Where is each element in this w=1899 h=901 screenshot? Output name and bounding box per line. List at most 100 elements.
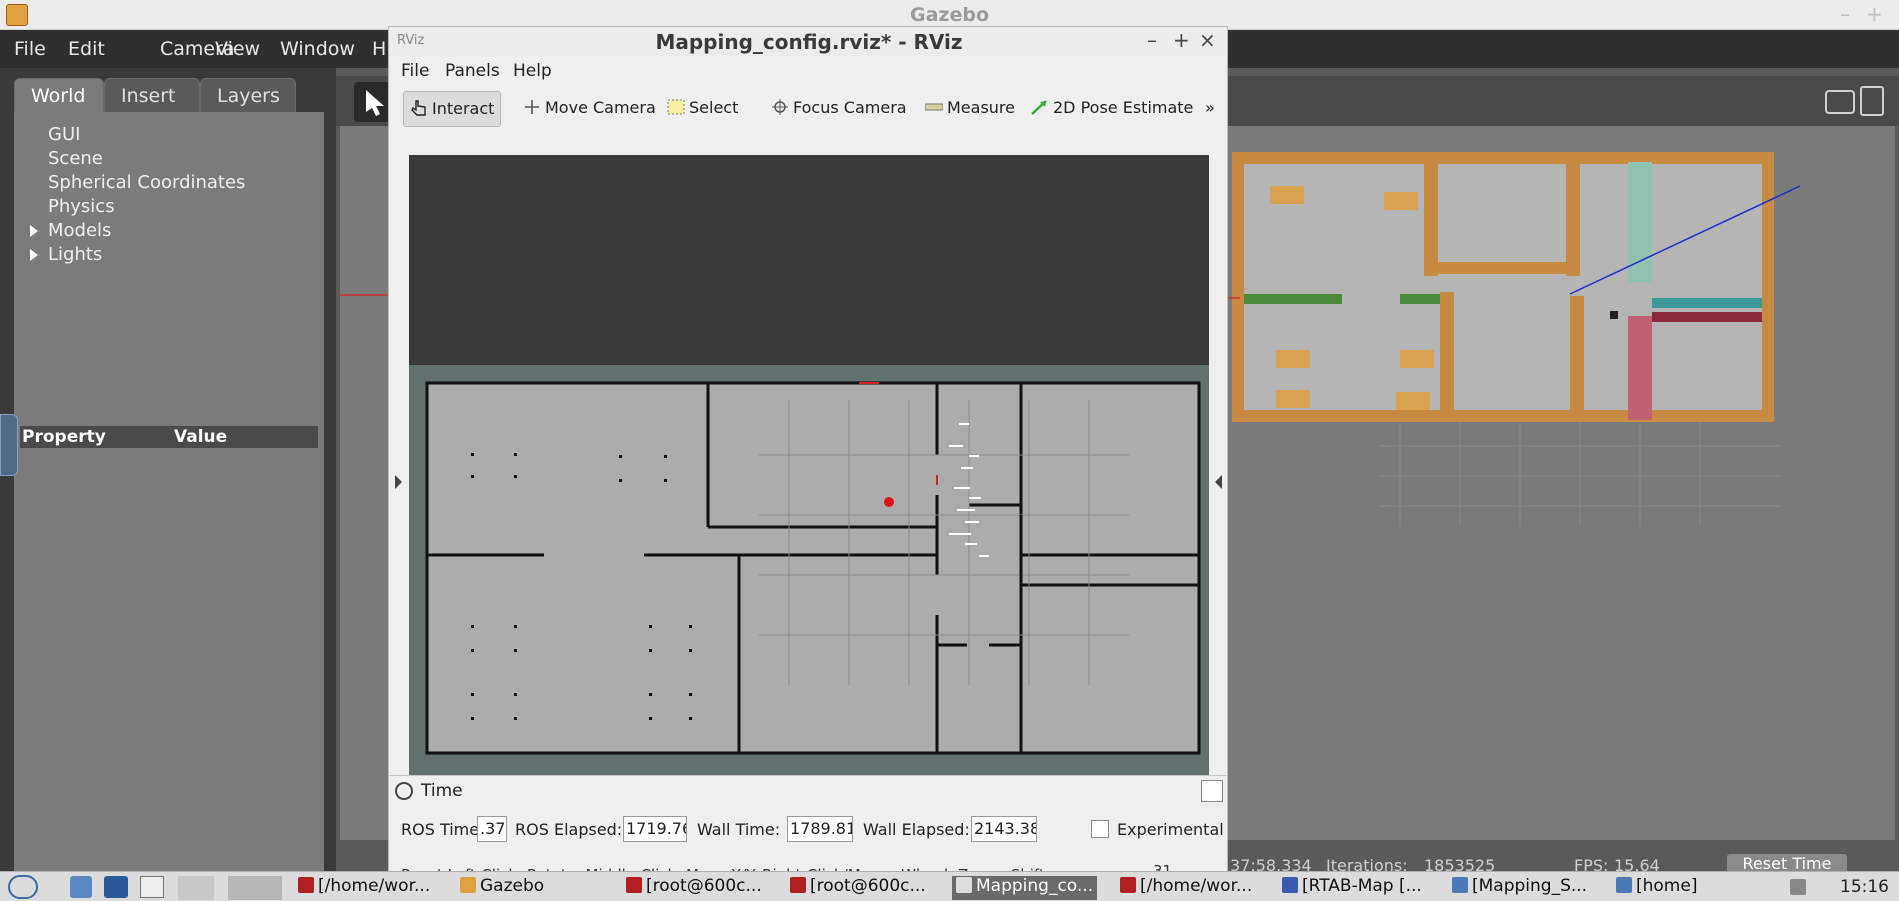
tool-select-label: Select <box>689 98 739 117</box>
rviz-window-title: Mapping_config.rviz* - RViz <box>655 30 963 54</box>
panel-float-button[interactable] <box>1201 780 1223 802</box>
gazebo-icon <box>460 877 476 893</box>
clock-icon <box>395 782 413 800</box>
menu-edit[interactable]: Edit <box>68 38 105 60</box>
tool-2d-pose-estimate[interactable]: 2D Pose Estimate <box>1025 91 1199 127</box>
rviz-menu-file[interactable]: File <box>401 61 429 81</box>
expand-right-panel-icon[interactable] <box>1215 475 1222 489</box>
menu-file[interactable]: File <box>14 38 46 60</box>
folder-icon <box>1452 877 1468 893</box>
selection-box-icon <box>667 99 685 115</box>
rviz-launcher-icon[interactable] <box>178 876 214 900</box>
taskbar-item-label: [/home/wor... <box>318 876 431 896</box>
menu-help[interactable]: H <box>372 38 386 60</box>
side-panel-grip[interactable] <box>0 414 18 476</box>
menu-window[interactable]: Window <box>280 38 355 60</box>
log-icon[interactable] <box>1860 86 1884 116</box>
tool-interact[interactable]: Interact <box>403 91 502 127</box>
screenshot-camera-icon[interactable] <box>1825 90 1855 114</box>
window-launcher-icon[interactable] <box>140 876 164 898</box>
start-menu-button[interactable] <box>8 875 38 899</box>
value-column-header: Value <box>174 427 228 447</box>
rviz-menu-help[interactable]: Help <box>513 61 552 81</box>
wall-elapsed-field[interactable]: 2143.38 <box>971 816 1037 842</box>
tool-measure[interactable]: Measure <box>919 91 1021 127</box>
expand-arrow-icon[interactable] <box>30 225 38 237</box>
minimize-icon[interactable]: – <box>1840 2 1850 26</box>
rviz-menu-panels[interactable]: Panels <box>445 61 500 81</box>
rviz-menubar: File Panels Help <box>389 57 1227 87</box>
property-column-header: Property <box>22 427 106 447</box>
terminal-icon <box>790 877 806 893</box>
tree-item-lights[interactable]: Lights <box>48 244 102 265</box>
taskbar-item-label: [RTAB-Map [... <box>1302 876 1422 896</box>
tree-item-gui[interactable]: GUI <box>48 124 80 145</box>
tool-measure-label: Measure <box>947 98 1015 117</box>
taskbar-item-label: Gazebo <box>480 876 545 896</box>
taskbar-item-label: Mapping_co... <box>976 876 1094 896</box>
terminal-icon <box>1120 877 1136 893</box>
experimental-checkbox[interactable] <box>1091 820 1109 838</box>
maximize-icon[interactable]: + <box>1866 2 1883 26</box>
tool-select[interactable]: Select <box>661 91 744 127</box>
ros-elapsed-field[interactable]: 1719.76 <box>623 816 687 842</box>
taskbar-item-terminal-1[interactable]: [/home/wor... <box>298 876 430 900</box>
tab-insert[interactable]: Insert <box>104 78 200 112</box>
taskbar-item-terminal-4[interactable]: [/home/wor... <box>1120 876 1252 900</box>
menu-view[interactable]: View <box>215 38 260 60</box>
wall-time-field[interactable]: 1789.81 <box>787 816 853 842</box>
focus-target-icon <box>771 99 789 115</box>
desktop-pager[interactable] <box>228 876 282 900</box>
time-panel-title: Time <box>421 781 463 801</box>
maximize-icon[interactable]: + <box>1173 28 1190 52</box>
taskbar-item-label: [home] <box>1636 876 1698 896</box>
minimize-icon[interactable]: – <box>1147 28 1157 52</box>
tab-world[interactable]: World <box>14 78 104 112</box>
ruler-icon <box>924 99 944 115</box>
tree-item-spherical-coordinates[interactable]: Spherical Coordinates <box>48 172 245 193</box>
tree-item-scene[interactable]: Scene <box>48 148 103 169</box>
rviz-window: RViz Mapping_config.rviz* - RViz – + × F… <box>388 26 1228 876</box>
occupancy-grid-map <box>409 155 1209 798</box>
taskbar-item-terminal-2[interactable]: [root@600c... <box>626 876 762 900</box>
file-manager-launcher-icon[interactable] <box>70 876 92 898</box>
expand-left-panel-icon[interactable] <box>395 475 402 489</box>
wall-time-label: Wall Time: <box>697 820 781 839</box>
taskbar-item-label: [root@600c... <box>810 876 926 896</box>
tree-item-physics[interactable]: Physics <box>48 196 115 217</box>
tree-item-models[interactable]: Models <box>48 220 111 241</box>
hand-pointer-icon <box>410 100 428 116</box>
tool-move-camera[interactable]: Move Camera <box>517 91 662 127</box>
tool-focus-camera[interactable]: Focus Camera <box>765 91 913 127</box>
close-icon[interactable]: × <box>1199 28 1216 52</box>
rviz-icon <box>956 877 972 893</box>
rtabmap-icon <box>1282 877 1298 893</box>
taskbar-item-terminal-3[interactable]: [root@600c... <box>790 876 926 900</box>
property-table-header: Property Value <box>20 426 318 448</box>
gazebo-window-title: Gazebo <box>909 4 989 26</box>
volume-icon[interactable] <box>1790 879 1806 895</box>
tool-focus-camera-label: Focus Camera <box>793 98 907 117</box>
taskbar-item-gazebo[interactable]: Gazebo <box>460 876 544 900</box>
rviz-3d-view[interactable] <box>409 155 1209 798</box>
taskbar-item-label: [Mapping_S... <box>1472 876 1588 896</box>
move-arrows-icon <box>523 99 541 115</box>
settings-launcher-icon[interactable] <box>104 876 128 898</box>
ros-time-field[interactable]: .37 <box>477 816 507 842</box>
terminal-icon <box>626 877 642 893</box>
taskbar-item-mapping[interactable]: [Mapping_S... <box>1452 876 1587 900</box>
toolbar-overflow-button[interactable]: » <box>1203 91 1221 127</box>
taskbar-item-rtabmap[interactable]: [RTAB-Map [... <box>1282 876 1422 900</box>
expand-arrow-icon[interactable] <box>30 249 38 261</box>
experimental-label: Experimental <box>1117 820 1224 839</box>
taskbar-item-rviz[interactable]: Mapping_co... <box>952 876 1098 900</box>
taskbar: [/home/wor... Gazebo [root@600c... [root… <box>0 871 1899 901</box>
wall-elapsed-label: Wall Elapsed: <box>863 820 970 839</box>
time-panel: Time ROS Time: .37 ROS Elapsed: 1719.76 … <box>389 775 1227 875</box>
tool-interact-label: Interact <box>432 99 495 118</box>
folder-icon <box>1616 877 1632 893</box>
taskbar-item-home[interactable]: [home] <box>1616 876 1697 900</box>
tab-layers[interactable]: Layers <box>200 78 296 112</box>
taskbar-item-label: [root@600c... <box>646 876 762 896</box>
time-panel-header: Time <box>393 780 1223 804</box>
